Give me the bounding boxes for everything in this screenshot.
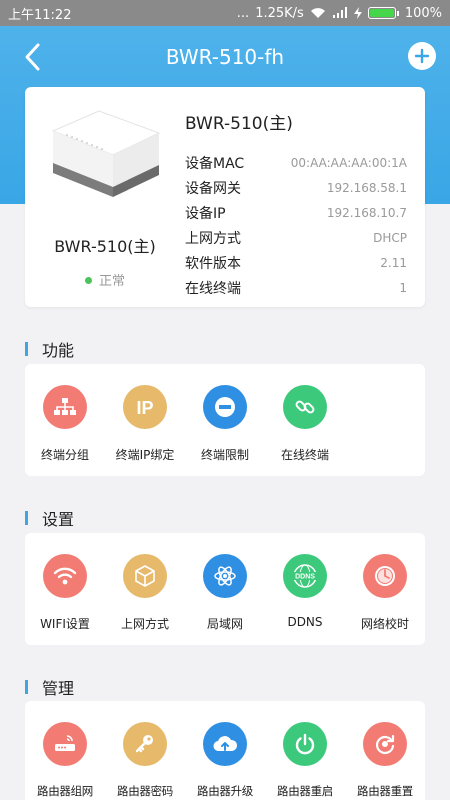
- info-label: 设备MAC: [185, 155, 245, 172]
- sitemap-icon: [43, 385, 87, 429]
- info-value: 192.168.10.7: [326, 205, 407, 220]
- info-label: 上网方式: [185, 230, 241, 247]
- item-label: 路由器组网: [37, 784, 93, 798]
- manage-router-mesh[interactable]: 路由器组网: [25, 701, 105, 800]
- item-label: 在线终端: [280, 448, 329, 462]
- info-row-ip: 设备IP 192.168.10.7: [185, 200, 407, 225]
- cell-signal-icon: [332, 7, 347, 18]
- add-button[interactable]: [408, 42, 436, 70]
- item-label: 路由器升级: [197, 784, 253, 798]
- section-functions-title: 功能: [25, 337, 74, 361]
- net-speed: 1.25K/s: [255, 5, 304, 21]
- setting-lan[interactable]: 局域网: [185, 533, 265, 645]
- info-label: 设备网关: [185, 180, 241, 197]
- functions-card: 终端分组 IP 终端IP绑定 终端限制 在线终端: [25, 364, 425, 476]
- title-bar: BWR-510-fh: [0, 26, 450, 88]
- section-title: 管理: [42, 679, 75, 698]
- info-value: 2.11: [380, 255, 407, 270]
- section-management-title: 管理: [25, 675, 74, 699]
- battery-percent: 100%: [404, 5, 442, 21]
- info-value: DHCP: [373, 230, 407, 245]
- info-row-gateway: 设备网关 192.168.58.1: [185, 175, 407, 200]
- setting-connection-type[interactable]: 上网方式: [105, 533, 185, 645]
- info-row-connection: 上网方式 DHCP: [185, 225, 407, 250]
- item-label: 终端分组: [40, 448, 89, 462]
- info-label: 设备IP: [185, 205, 226, 222]
- cloud-upload-icon: [203, 722, 247, 766]
- info-label: 软件版本: [185, 255, 241, 272]
- settings-card: WIFI设置 上网方式 局域网 DDNS DDNS 网络校时: [25, 533, 425, 645]
- item-label: 终端限制: [200, 448, 249, 462]
- device-info-list: 设备MAC 00:AA:AA:AA:00:1A 设备网关 192.168.58.1 …: [185, 150, 407, 300]
- plus-icon: [414, 48, 430, 64]
- battery-icon: [367, 7, 399, 19]
- device-info-title: BWR-510(主): [185, 114, 293, 134]
- manage-router-reboot[interactable]: 路由器重启: [265, 701, 345, 800]
- item-label: 终端IP绑定: [115, 448, 175, 462]
- function-online-terminals[interactable]: 在线终端: [265, 364, 345, 476]
- status-dot: [84, 277, 92, 284]
- key-icon: [123, 722, 167, 766]
- router-icon: [43, 722, 87, 766]
- info-value: 192.168.58.1: [326, 180, 407, 195]
- svg-text:IP: IP: [136, 398, 153, 417]
- management-card: 路由器组网 路由器密码 路由器升级 路由器重启 路由器重置: [25, 701, 425, 800]
- item-label: 路由器密码: [117, 784, 173, 798]
- info-row-firmware: 软件版本 2.11: [185, 250, 407, 275]
- wifi-signal-icon: [310, 8, 325, 18]
- function-terminal-limit[interactable]: 终端限制: [185, 364, 265, 476]
- power-icon: [283, 722, 327, 766]
- atom-icon: [203, 554, 247, 598]
- item-label: WIFI设置: [40, 617, 90, 631]
- item-label: 路由器重置: [357, 784, 413, 798]
- notification-dots: ...: [236, 5, 250, 21]
- section-title: 功能: [42, 341, 75, 360]
- router-image: [51, 110, 161, 197]
- ddns-globe-icon: DDNS: [283, 554, 327, 598]
- manage-router-reset[interactable]: 路由器重置: [345, 701, 425, 800]
- section-settings-title: 设置: [25, 506, 74, 530]
- section-title: 设置: [42, 510, 75, 529]
- item-label: 上网方式: [120, 617, 169, 631]
- info-label: 在线终端: [185, 280, 241, 297]
- ip-icon: IP: [123, 385, 167, 429]
- wifi-icon: [43, 554, 87, 598]
- minus-circle-icon: [203, 385, 247, 429]
- battery-level: [369, 9, 394, 17]
- back-button[interactable]: [18, 42, 48, 72]
- cube-icon: [123, 554, 167, 598]
- info-value: 1: [399, 280, 407, 295]
- item-label: 路由器重启: [277, 784, 333, 798]
- link-icon: [283, 385, 327, 429]
- setting-wifi[interactable]: WIFI设置: [25, 533, 105, 645]
- item-label: 局域网: [206, 617, 243, 631]
- function-terminal-ip-binding[interactable]: IP 终端IP绑定: [105, 364, 185, 476]
- charging-icon: [353, 7, 362, 19]
- svg-text:DDNS: DDNS: [295, 574, 315, 581]
- device-name: BWR-510(主): [54, 237, 156, 256]
- page-title: BWR-510-fh: [165, 45, 285, 69]
- device-card[interactable]: BWR-510(主) 正常 BWR-510(主) 设备MAC 00:AA:AA:A…: [25, 87, 425, 307]
- manage-router-upgrade[interactable]: 路由器升级: [185, 701, 265, 800]
- setting-ddns[interactable]: DDNS DDNS: [265, 533, 345, 645]
- manage-router-password[interactable]: 路由器密码: [105, 701, 185, 800]
- status-time: 上午11:22: [8, 7, 72, 23]
- clock-icon: [363, 554, 407, 598]
- info-row-mac: 设备MAC 00:AA:AA:AA:00:1A: [185, 150, 407, 175]
- reset-icon: [363, 722, 407, 766]
- info-row-online: 在线终端 1: [185, 275, 407, 300]
- status-text: 正常: [98, 274, 125, 289]
- info-value: 00:AA:AA:AA:00:1A: [290, 155, 407, 170]
- item-label: DDNS: [287, 615, 323, 629]
- function-terminal-group[interactable]: 终端分组: [25, 364, 105, 476]
- device-status: 正常: [25, 270, 185, 289]
- status-bar: 上午11:22 ... 1.25K/s 100%: [0, 0, 450, 26]
- setting-time-sync[interactable]: 网络校时: [345, 533, 425, 645]
- item-label: 网络校时: [360, 617, 409, 631]
